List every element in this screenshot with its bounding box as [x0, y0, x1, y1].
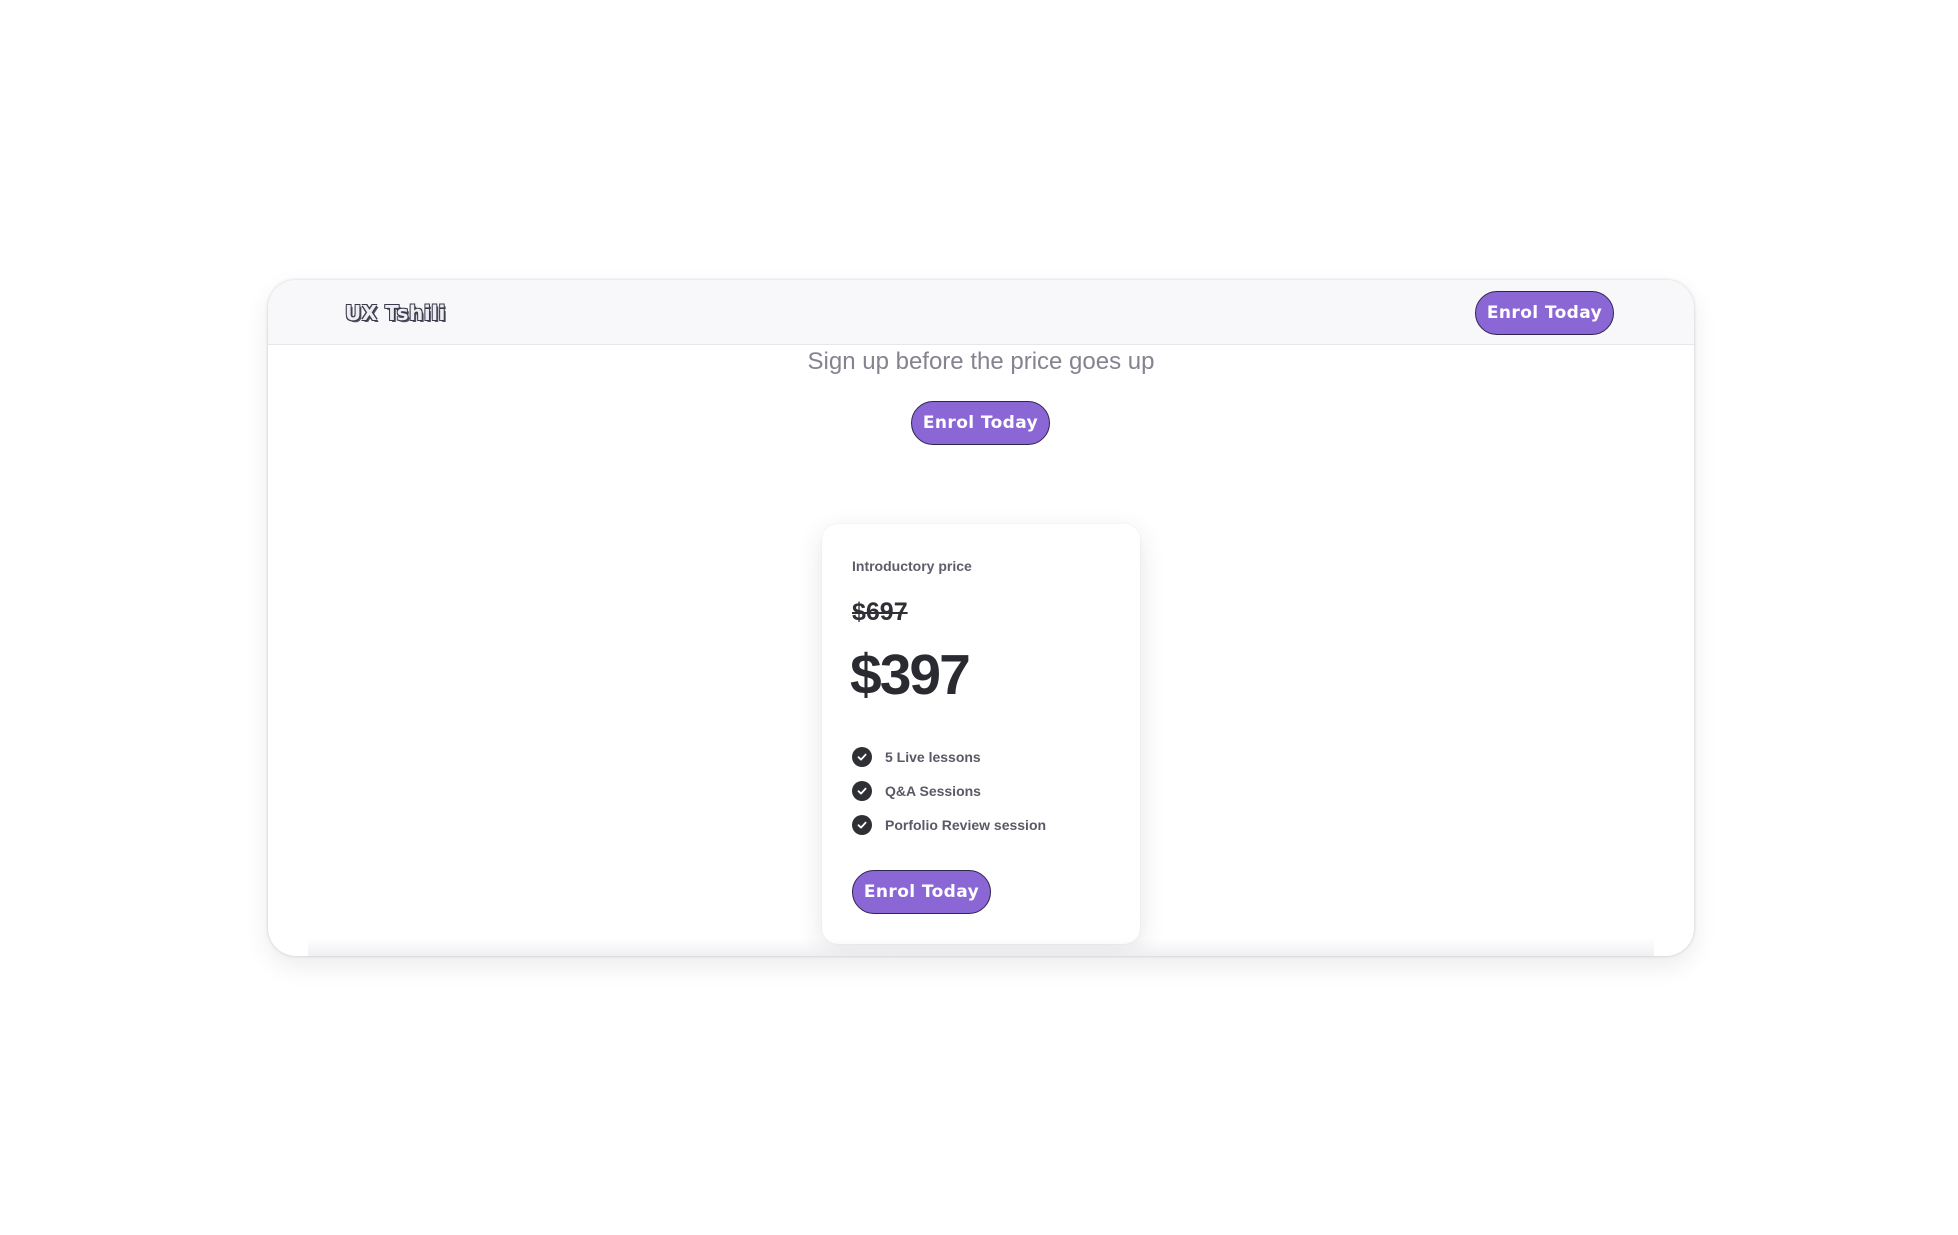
hero-subtitle: Sign up before the price goes up — [807, 348, 1155, 375]
site-logo[interactable]: UX Tshili — [345, 301, 446, 325]
bottom-fade — [308, 938, 1654, 956]
check-circle-icon — [852, 815, 872, 835]
navbar: UX Tshili Enrol Today — [268, 280, 1694, 345]
pricing-card: Introductory price $697 $397 5 Live less… — [822, 524, 1140, 944]
feature-list: 5 Live lessons Q&A Sessions Porfolio Rev… — [852, 740, 1046, 842]
hero-enrol-button[interactable]: Enrol Today — [911, 401, 1050, 445]
feature-item: 5 Live lessons — [852, 740, 1046, 774]
feature-item: Porfolio Review session — [852, 808, 1046, 842]
feature-label: Porfolio Review session — [885, 817, 1047, 833]
feature-label: Q&A Sessions — [885, 783, 981, 799]
check-circle-icon — [852, 747, 872, 767]
card-enrol-button[interactable]: Enrol Today — [852, 870, 991, 914]
page-window: UX Tshili Enrol Today Sign up before the… — [268, 280, 1694, 956]
original-price: $697 — [852, 598, 908, 626]
check-circle-icon — [852, 781, 872, 801]
current-price: $397 — [850, 643, 971, 707]
nav-enrol-button[interactable]: Enrol Today — [1475, 291, 1614, 335]
feature-label: 5 Live lessons — [885, 749, 981, 765]
pricing-tagline: Introductory price — [852, 558, 972, 574]
feature-item: Q&A Sessions — [852, 774, 1046, 808]
